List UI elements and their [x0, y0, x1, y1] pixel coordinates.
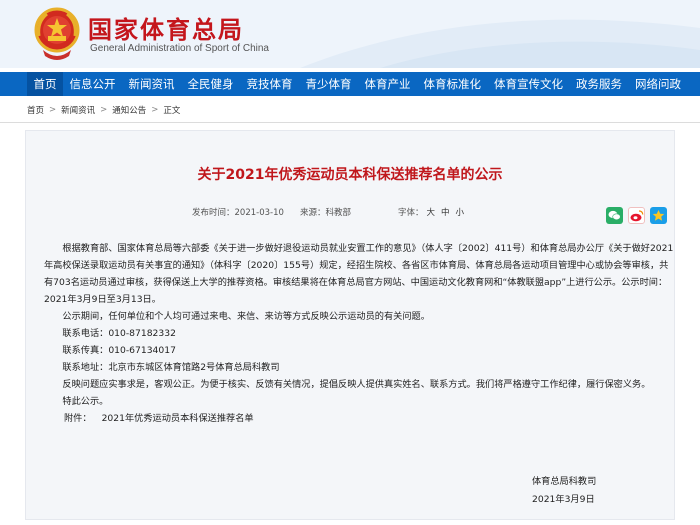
breadcrumb-news[interactable]: 新闻资讯 — [61, 104, 95, 116]
breadcrumb-current: 正文 — [163, 106, 181, 116]
publish-date: 发布时间：2021-03-10 — [192, 208, 284, 218]
paragraph-requirements: 反映问题应实事求是，客观公正。为便于核实、反馈有关情况，提倡反映人提供真实姓名、… — [62, 379, 651, 390]
nav-item-news[interactable]: 新闻资讯 — [122, 72, 181, 96]
article-title: 关于2021年优秀运动员本科保送推荐名单的公示 — [197, 167, 503, 183]
main-nav: 首页 信息公开 新闻资讯 全民健身 竞技体育 青少体育 体育产业 体育标准化 体… — [0, 72, 700, 96]
article-body: 根据教育部、国家体育总局等六部委《关于进一步做好退役运动员就业安置工作的意见》（… — [44, 240, 674, 427]
paragraph-feedback: 公示期间，任何单位和个人均可通过来电、来信、来访等方式反映公示运动员的有关问题。 — [62, 311, 430, 322]
site-title: 国家体育总局 — [88, 16, 244, 44]
article-source: 来源：科教部 — [300, 208, 352, 218]
national-emblem-icon — [34, 7, 80, 60]
paragraph-intro: 根据教育部、国家体育总局等六部委《关于进一步做好退役运动员就业安置工作的意见》（… — [44, 243, 674, 305]
nav-item-info-disclosure[interactable]: 信息公开 — [63, 72, 122, 96]
font-size-medium[interactable]: 中 — [441, 208, 450, 218]
nav-item-gov-services[interactable]: 政务服务 — [570, 72, 629, 96]
breadcrumb-separator: > — [49, 105, 57, 115]
weibo-icon[interactable] — [628, 207, 645, 224]
font-size-label: 字体： — [398, 208, 424, 218]
qzone-icon[interactable] — [650, 207, 667, 224]
attachment-label: 附件： — [64, 413, 92, 424]
breadcrumb-separator: > — [151, 105, 159, 115]
nav-item-competitive-sports[interactable]: 竞技体育 — [240, 72, 299, 96]
attachment-link[interactable]: 2021年优秀运动员本科保送推荐名单 — [102, 413, 254, 424]
nav-item-sports-industry[interactable]: 体育产业 — [358, 72, 417, 96]
breadcrumb-separator: > — [100, 105, 108, 115]
paragraph-closing: 特此公示。 — [62, 396, 109, 407]
breadcrumb-home[interactable]: 首页 — [27, 104, 44, 116]
signature-date: 2021年3月9日 — [532, 494, 595, 505]
nav-item-home[interactable]: 首页 — [27, 72, 63, 96]
nav-item-online-inquiry[interactable]: 网络问政 — [629, 72, 688, 96]
contact-fax: 联系传真：010-67134017 — [62, 345, 176, 356]
signature-org: 体育总局科教司 — [532, 476, 597, 487]
nav-item-youth-sports[interactable]: 青少体育 — [299, 72, 358, 96]
wechat-icon[interactable] — [606, 207, 623, 224]
site-header: 国家体育总局 General Administration of Sport o… — [0, 0, 700, 68]
breadcrumb-notices[interactable]: 通知公告 — [112, 104, 146, 116]
font-size-large[interactable]: 大 — [427, 208, 436, 218]
font-size-switcher: 字体：大中小 — [398, 206, 467, 218]
attachment-line: 附件： 2021年优秀运动员本科保送推荐名单 — [44, 410, 674, 427]
font-size-small[interactable]: 小 — [456, 208, 465, 218]
nav-item-sports-culture[interactable]: 体育宣传文化 — [488, 72, 570, 96]
share-bar — [606, 207, 667, 224]
breadcrumb-divider — [0, 122, 700, 123]
site-subtitle: General Administration of Sport of China — [90, 43, 269, 54]
contact-phone: 联系电话：010-87182332 — [62, 328, 176, 339]
nav-item-fitness[interactable]: 全民健身 — [181, 72, 240, 96]
breadcrumb: 首页 > 新闻资讯 > 通知公告 > 正文 — [27, 104, 180, 116]
nav-item-sports-standards[interactable]: 体育标准化 — [417, 72, 488, 96]
contact-address: 联系地址：北京市东城区体育馆路2号体育总局科教司 — [62, 362, 280, 373]
